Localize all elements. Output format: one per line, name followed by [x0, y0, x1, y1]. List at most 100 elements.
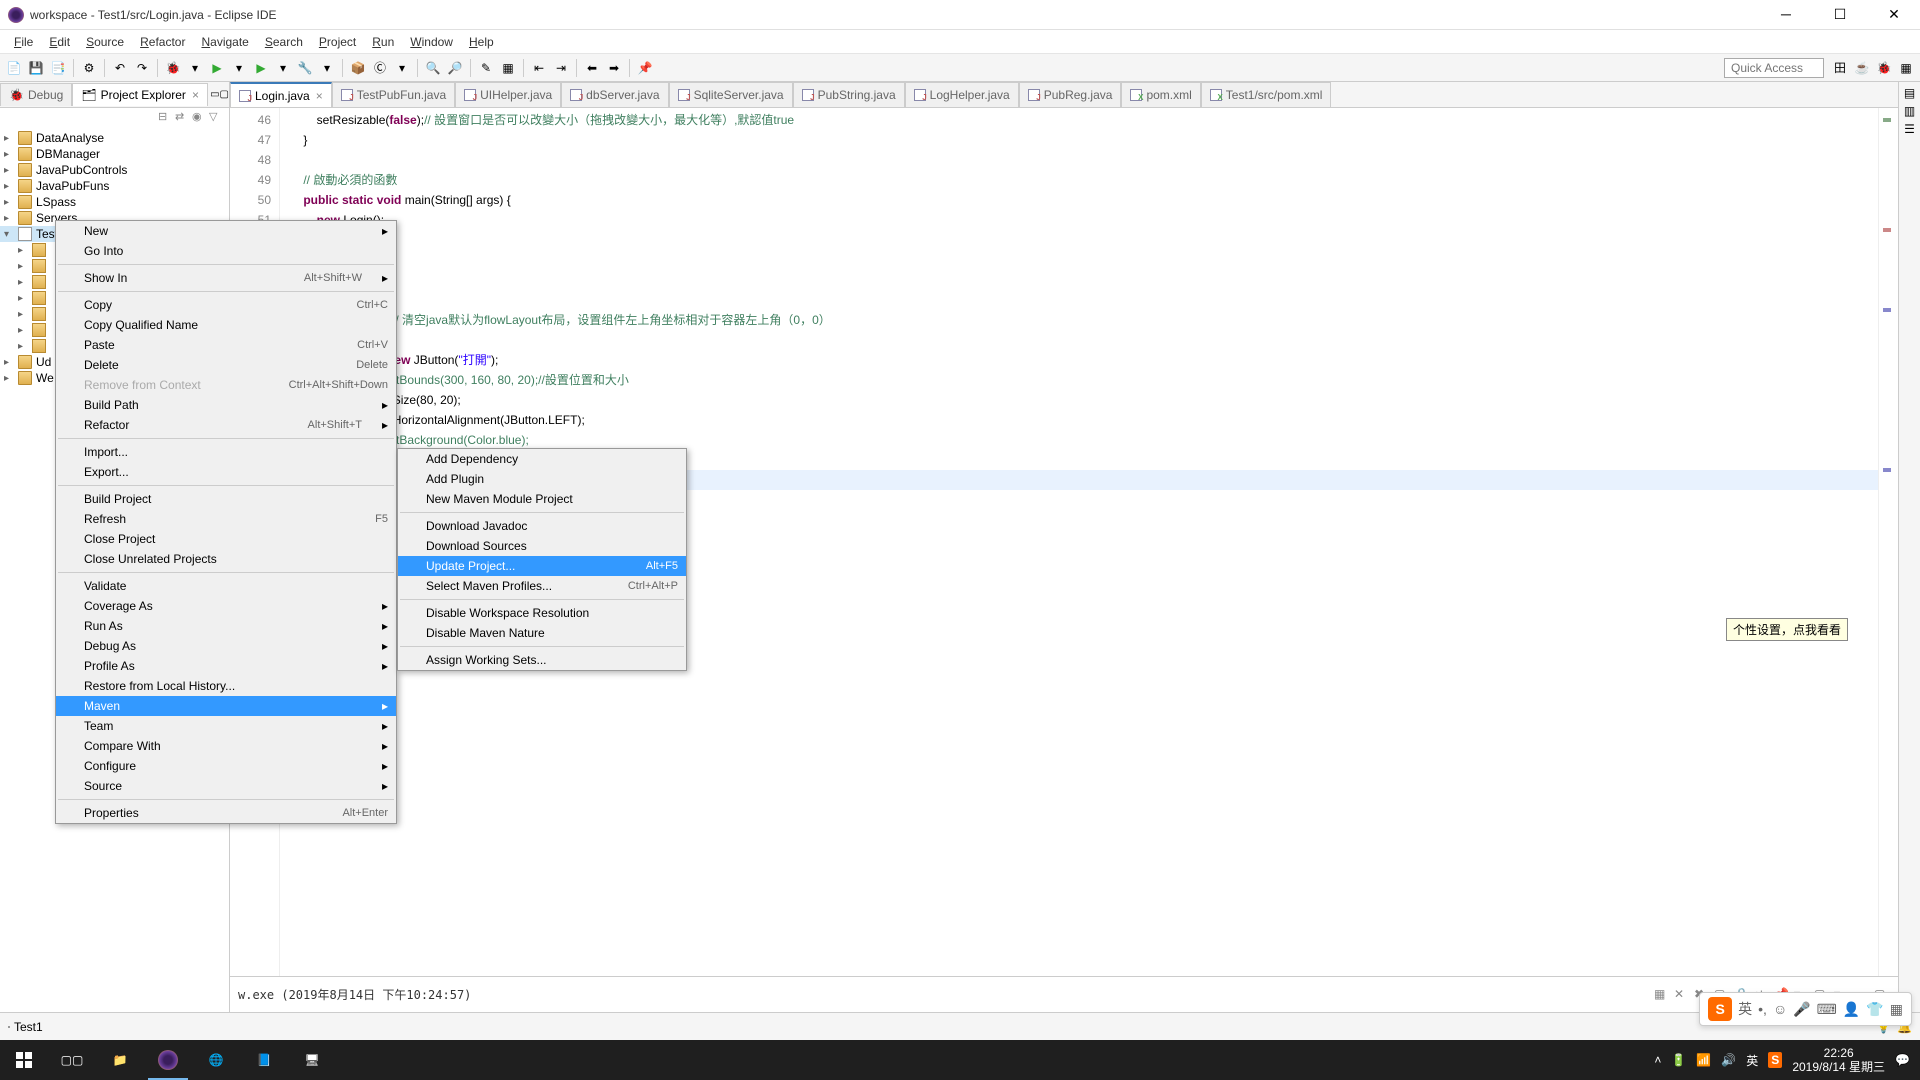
redo-icon[interactable]: ↷ — [132, 58, 152, 78]
expand-arrow-icon[interactable]: ▸ — [18, 277, 28, 288]
ime-voice-icon[interactable]: 🎤 — [1793, 1001, 1810, 1018]
code-line[interactable]: // 啟動必須的函數 — [290, 170, 1878, 190]
menu-item-new-maven-module-project[interactable]: New Maven Module Project — [398, 489, 686, 509]
dropdown-icon[interactable]: ▾ — [229, 58, 249, 78]
close-icon[interactable]: × — [192, 88, 199, 102]
expand-arrow-icon[interactable]: ▸ — [4, 213, 14, 224]
expand-arrow-icon[interactable]: ▸ — [4, 197, 14, 208]
expand-arrow-icon[interactable]: ▸ — [4, 133, 14, 144]
menu-item-configure[interactable]: Configure▸ — [56, 756, 396, 776]
ime-lang[interactable]: 英 — [1738, 999, 1752, 1019]
close-button[interactable]: ✕ — [1876, 6, 1912, 23]
dropdown-icon[interactable]: ▾ — [392, 58, 412, 78]
menu-source[interactable]: Source — [78, 32, 132, 52]
project-lspass[interactable]: ▸LSpass — [0, 194, 229, 210]
menu-item-copy[interactable]: CopyCtrl+C — [56, 295, 396, 315]
tray-chevron-icon[interactable]: ˄ — [1654, 1053, 1661, 1067]
code-line[interactable] — [290, 250, 1878, 270]
expand-arrow-icon[interactable]: ▾ — [4, 229, 14, 240]
editor-tab-pubreg-java[interactable]: PubReg.java — [1019, 82, 1122, 107]
menu-item-import[interactable]: Import... — [56, 442, 396, 462]
code-line[interactable] — [290, 230, 1878, 250]
dropdown-icon[interactable]: ▾ — [273, 58, 293, 78]
sogou-logo-icon[interactable]: S — [1708, 997, 1732, 1021]
debug-tab[interactable]: 🐞 Debug — [0, 83, 72, 106]
expand-arrow-icon[interactable]: ▸ — [4, 181, 14, 192]
menu-item-run-as[interactable]: Run As▸ — [56, 616, 396, 636]
word-taskbar-button[interactable]: 📘 — [240, 1040, 288, 1080]
code-line[interactable]: setResizable(false);// 設置窗口是否可以改變大小（拖拽改變… — [290, 110, 1878, 130]
volume-icon[interactable]: 🔊 — [1721, 1053, 1736, 1067]
editor-tab-uihelper-java[interactable]: UIHelper.java — [455, 82, 561, 107]
menu-item-compare-with[interactable]: Compare With▸ — [56, 736, 396, 756]
open-perspective-icon[interactable]: 田 — [1830, 58, 1850, 78]
menu-item-assign-working-sets[interactable]: Assign Working Sets... — [398, 650, 686, 670]
editor-tab-pom-xml[interactable]: pom.xml — [1121, 82, 1200, 107]
chrome-taskbar-button[interactable]: 🌐 — [192, 1040, 240, 1080]
debug-icon[interactable]: 🐞 — [163, 58, 183, 78]
menu-navigate[interactable]: Navigate — [193, 32, 256, 52]
overview-ruler[interactable] — [1878, 108, 1898, 994]
outline-icon[interactable]: ▥ — [1904, 104, 1915, 118]
menu-project[interactable]: Project — [311, 32, 364, 52]
marker[interactable] — [1883, 118, 1891, 122]
code-line[interactable]: void init() { — [290, 290, 1878, 310]
terminate-all-icon[interactable]: ▦ — [1654, 987, 1670, 1003]
new-class-icon[interactable]: Ⓒ — [370, 58, 390, 78]
menu-search[interactable]: Search — [257, 32, 311, 52]
eclipse-taskbar-button[interactable] — [144, 1040, 192, 1080]
task-list-icon[interactable]: ☰ — [1904, 122, 1915, 136]
link-editor-icon[interactable]: ⇄ — [175, 110, 189, 124]
menu-item-debug-as[interactable]: Debug As▸ — [56, 636, 396, 656]
editor-tab-sqliteserver-java[interactable]: SqliteServer.java — [669, 82, 793, 107]
pin-icon[interactable]: 📌 — [635, 58, 655, 78]
expand-arrow-icon[interactable]: ▸ — [18, 325, 28, 336]
ime-keyboard-icon[interactable]: ⌨ — [1817, 1001, 1837, 1018]
marker[interactable] — [1883, 308, 1891, 312]
undo-icon[interactable]: ↶ — [110, 58, 130, 78]
minimize-button[interactable]: ─ — [1768, 6, 1804, 23]
ime-emoji-icon[interactable]: ☺ — [1773, 1001, 1787, 1017]
menu-run[interactable]: Run — [364, 32, 402, 52]
battery-icon[interactable]: 🔋 — [1671, 1053, 1686, 1067]
code-line[interactable]: 化組件 — [290, 270, 1878, 290]
sogou-tray-icon[interactable]: S — [1768, 1052, 1782, 1068]
code-line[interactable] — [290, 330, 1878, 350]
menu-item-copy-qualified-name[interactable]: Copy Qualified Name — [56, 315, 396, 335]
back-icon[interactable]: ⬅ — [582, 58, 602, 78]
menu-item-add-dependency[interactable]: Add Dependency — [398, 449, 686, 469]
code-line[interactable]: new Login(); — [290, 210, 1878, 230]
ime-toolbar[interactable]: S 英 •, ☺ 🎤 ⌨ 👤 👕 ▦ — [1699, 992, 1912, 1026]
menu-refactor[interactable]: Refactor — [132, 32, 193, 52]
annotation-icon[interactable]: ▦ — [498, 58, 518, 78]
run-icon[interactable]: ▶ — [207, 58, 227, 78]
menu-item-close-unrelated-projects[interactable]: Close Unrelated Projects — [56, 549, 396, 569]
menu-item-add-plugin[interactable]: Add Plugin — [398, 469, 686, 489]
search-icon[interactable]: 🔎 — [445, 58, 465, 78]
editor-tab-loghelper-java[interactable]: LogHelper.java — [905, 82, 1019, 107]
save-all-icon[interactable]: 📑 — [48, 58, 68, 78]
save-icon[interactable]: 💾 — [26, 58, 46, 78]
focus-icon[interactable]: ◉ — [192, 110, 206, 124]
quick-access-input[interactable] — [1724, 58, 1824, 78]
expand-arrow-icon[interactable]: ▸ — [4, 373, 14, 384]
expand-arrow-icon[interactable]: ▸ — [18, 261, 28, 272]
menu-item-refactor[interactable]: RefactorAlt+Shift+T▸ — [56, 415, 396, 435]
menu-item-properties[interactable]: PropertiesAlt+Enter — [56, 803, 396, 823]
restore-icon[interactable]: ▤ — [1904, 86, 1915, 100]
collapse-all-icon[interactable]: ⊟ — [158, 110, 172, 124]
menu-window[interactable]: Window — [402, 32, 461, 52]
menu-item-close-project[interactable]: Close Project — [56, 529, 396, 549]
remove-launch-icon[interactable]: ✕ — [1674, 987, 1690, 1003]
menu-edit[interactable]: Edit — [41, 32, 78, 52]
task-view-button[interactable]: ▢▢ — [48, 1040, 96, 1080]
project-explorer-tab[interactable]: 🗂 Project Explorer × — [72, 83, 208, 106]
code-line[interactable] — [290, 150, 1878, 170]
menu-item-download-sources[interactable]: Download Sources — [398, 536, 686, 556]
menu-item-disable-maven-nature[interactable]: Disable Maven Nature — [398, 623, 686, 643]
editor-tab-dbserver-java[interactable]: dbServer.java — [561, 82, 668, 107]
code-line[interactable]: OpenBox = new JButton("打開"); — [290, 350, 1878, 370]
debug-perspective-icon[interactable]: 🐞 — [1874, 58, 1894, 78]
marker[interactable] — [1883, 468, 1891, 472]
code-line[interactable]: } — [290, 130, 1878, 150]
